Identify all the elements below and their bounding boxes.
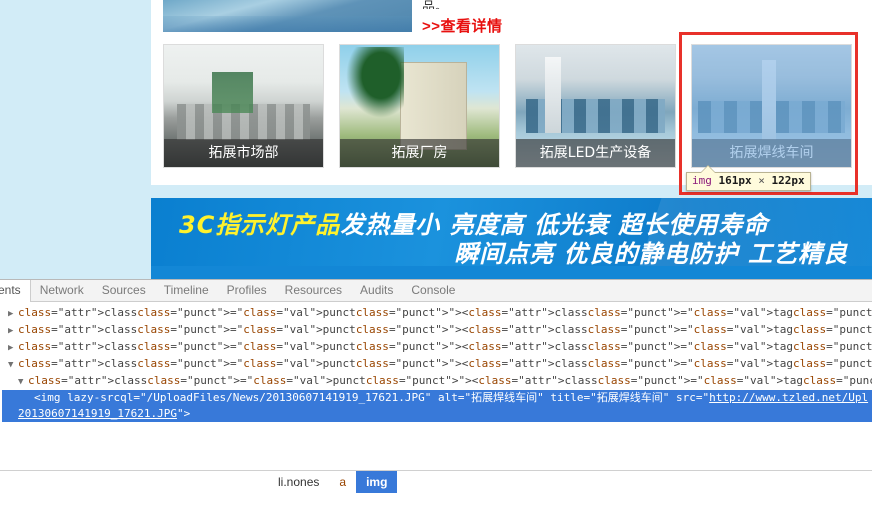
devtools-element-highlight-overlay	[692, 45, 851, 167]
tab-console[interactable]: Console	[402, 280, 464, 302]
thumbnail-card-1[interactable]: 拓展厂房	[339, 44, 500, 168]
dom-node-img-selected-line1[interactable]: <img lazy-srcql="/UploadFiles/News/20130…	[2, 390, 872, 406]
thumbnail-card-2[interactable]: 拓展LED生产设备	[515, 44, 676, 168]
tooltip-separator: ×	[758, 174, 765, 187]
tab-profiles[interactable]: Profiles	[218, 280, 276, 302]
thumbnail-card-3[interactable]: 拓展焊线车间	[691, 44, 852, 168]
tab-network[interactable]: Network	[31, 280, 93, 302]
tooltip-tag-name: img	[692, 174, 712, 187]
devtools-panel: ments Network Sources Timeline Profiles …	[0, 279, 872, 506]
hero-text-fragment: 品。	[422, 0, 449, 9]
hero-text-block: 品。 >>查看详情	[422, 0, 622, 36]
tab-resources[interactable]: Resources	[276, 280, 351, 302]
dom-node-li-1[interactable]: ▶ class="attr">classclass="punct">="class…	[2, 322, 872, 339]
selected-attr4-value-wrapped[interactable]: 20130607141919_17621.JPG	[18, 407, 177, 420]
dom-tree[interactable]: ▶ class="attr">classclass="punct">="class…	[0, 302, 872, 435]
collapse-arrow-icon[interactable]: ▼	[18, 374, 28, 390]
expand-arrow-icon[interactable]: ▶	[8, 340, 18, 356]
dom-node-text-2: class="attr">classclass="punct">="class=…	[18, 340, 872, 353]
devtools-inspect-tooltip: img 161px × 122px	[686, 165, 811, 191]
breadcrumb: li.nones a img	[268, 471, 398, 493]
banner-highlight-text: 3C指示灯产品	[179, 211, 341, 239]
tab-sources[interactable]: Sources	[93, 280, 155, 302]
dom-node-li-2[interactable]: ▶ class="attr">classclass="punct">="class…	[2, 339, 872, 356]
selected-attr2-value: 拓展焊线车间	[471, 391, 538, 404]
tooltip-height: 122px	[771, 174, 805, 187]
dom-node-anchor[interactable]: ▼ class="attr">classclass="punct">="class…	[2, 373, 872, 390]
breadcrumb-item-img[interactable]: img	[356, 471, 398, 493]
screenshot-root: 品。 >>查看详情 拓展市场部 拓展厂房 拓展LED生产设备 拓展焊线车间	[0, 0, 872, 506]
thumbnail-caption-2: 拓展LED生产设备	[516, 139, 675, 167]
dom-node-li-nones[interactable]: ▼ class="attr">classclass="punct">="class…	[2, 356, 872, 373]
collapse-arrow-icon[interactable]: ▼	[8, 357, 18, 373]
breadcrumb-item-a[interactable]: a	[329, 471, 356, 493]
selected-attr1-value: /UploadFiles/News/20130607141919_17621.J…	[146, 391, 425, 404]
hero-photo	[163, 0, 412, 32]
selected-attr1-name: lazy-srcql	[67, 391, 134, 404]
dom-node-text-1: class="attr">classclass="punct">="class=…	[18, 323, 872, 336]
dom-node-text-4: class="attr">classclass="punct">="class=…	[28, 374, 872, 387]
view-detail-link[interactable]: >>查看详情	[422, 15, 622, 36]
banner-line-2: 瞬间点亮 优良的静电防护 工艺精良	[454, 240, 848, 266]
expand-arrow-icon[interactable]: ▶	[8, 306, 18, 322]
dom-breadcrumb-bar: li.nones a img	[0, 470, 872, 506]
tooltip-width: 161px	[718, 174, 752, 187]
selected-attr2-name: alt	[438, 391, 458, 404]
tab-elements[interactable]: ments	[0, 279, 31, 302]
dom-node-img-selected-line2[interactable]: 20130607141919_17621.JPG">	[2, 406, 872, 422]
devtools-tab-bar: ments Network Sources Timeline Profiles …	[0, 279, 872, 302]
tab-audits[interactable]: Audits	[351, 280, 402, 302]
thumbnail-caption-1: 拓展厂房	[340, 139, 499, 167]
selected-attr3-name: title	[550, 391, 584, 404]
selected-attr4-value[interactable]: http://www.tzled.net/Upl	[709, 391, 868, 404]
web-page-viewport: 品。 >>查看详情 拓展市场部 拓展厂房 拓展LED生产设备 拓展焊线车间	[0, 0, 872, 285]
thumbnail-caption-0: 拓展市场部	[164, 139, 323, 167]
thumbnail-strip: 拓展市场部 拓展厂房 拓展LED生产设备 拓展焊线车间	[163, 44, 863, 172]
selected-attr3-value: 拓展焊线车间	[596, 391, 663, 404]
thumbnail-card-0[interactable]: 拓展市场部	[163, 44, 324, 168]
promo-banner: 3C指示灯产品发热量小 亮度高 低光衰 超长使用寿命 瞬间点亮 优良的静电防护 …	[151, 198, 872, 266]
breadcrumb-item-li-nones[interactable]: li.nones	[268, 471, 329, 493]
selected-tag-name: img	[40, 391, 61, 404]
dom-node-text-3: class="attr">classclass="punct">="class=…	[18, 357, 872, 370]
tab-timeline[interactable]: Timeline	[155, 280, 218, 302]
dom-node-text-0: class="attr">classclass="punct">="class=…	[18, 306, 872, 319]
dom-node-li-0[interactable]: ▶ class="attr">classclass="punct">="class…	[2, 305, 872, 322]
selected-attr4-name: src	[676, 391, 696, 404]
selected-node-closing: ">	[176, 407, 191, 420]
expand-arrow-icon[interactable]: ▶	[8, 323, 18, 339]
